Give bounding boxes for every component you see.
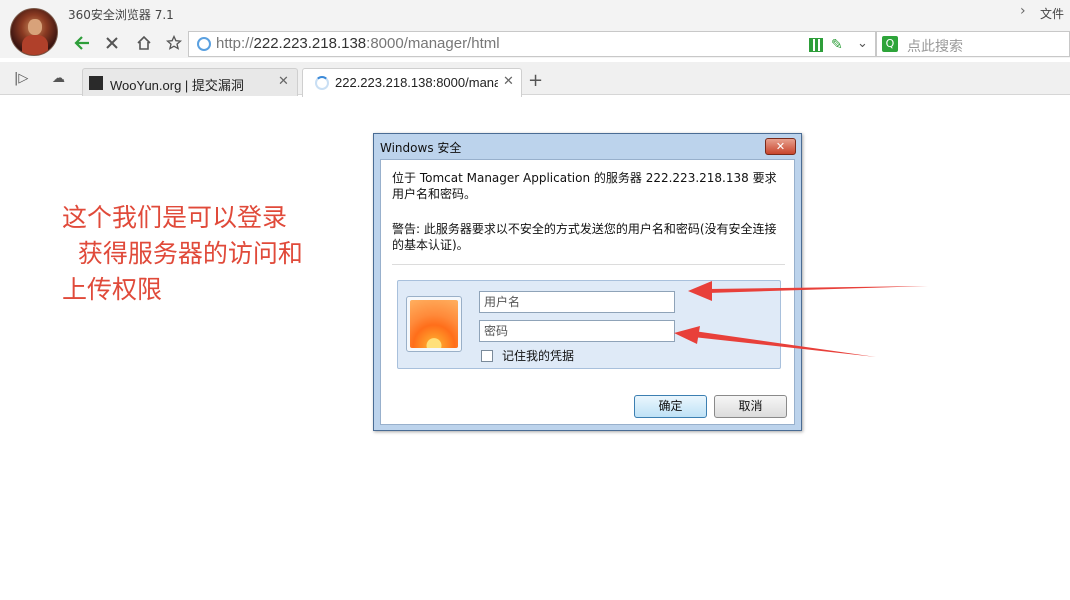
title-bar: 360安全浏览器 7.1 › 文件 [0, 0, 1070, 56]
divider [392, 264, 785, 265]
sidebar-toggle-icon[interactable]: |▷ [14, 71, 28, 86]
qr-code-icon[interactable] [809, 38, 823, 52]
search-placeholder: 点此搜索 [907, 39, 963, 55]
loading-spinner-icon [315, 76, 329, 90]
file-menu[interactable]: 文件 [1040, 5, 1064, 22]
favorite-button[interactable] [162, 32, 186, 54]
url-text[interactable]: http://222.223.218.138:8000/manager/html [216, 35, 500, 52]
cloud-icon[interactable]: ☁ [52, 71, 65, 86]
tab-bar: |▷ ☁ WooYun.org | 提交漏洞 ✕ 222.223.218.138… [0, 62, 1070, 97]
credential-panel: 记住我的凭据 [397, 280, 781, 369]
cancel-button[interactable]: 取消 [714, 395, 787, 418]
avatar-body [22, 35, 48, 55]
remember-label: 记住我的凭据 [502, 349, 575, 363]
annotation-line-2: 获得服务器的访问和 [62, 239, 303, 268]
dialog-close-button[interactable]: ✕ [765, 138, 796, 155]
chevron-right-icon[interactable]: › [1020, 3, 1026, 19]
user-avatar[interactable] [10, 8, 58, 56]
url-path: :8000/manager/html [366, 35, 500, 52]
page-loading-icon [197, 37, 211, 51]
address-bar[interactable]: http://222.223.218.138:8000/manager/html… [188, 31, 876, 57]
tab-label: WooYun.org | 提交漏洞 [110, 78, 244, 93]
password-field[interactable] [479, 320, 675, 342]
home-button[interactable] [132, 32, 156, 54]
stop-button[interactable] [100, 32, 124, 54]
search-engine-icon[interactable]: Q [882, 36, 898, 52]
close-tab-icon[interactable]: ✕ [278, 74, 289, 89]
close-icon: ✕ [775, 140, 786, 153]
dialog-warning: 警告: 此服务器要求以不安全的方式发送您的用户名和密码(没有安全连接的基本认证)… [392, 222, 777, 252]
auth-dialog: Windows 安全 ✕ 位于 Tomcat Manager Applicati… [373, 133, 802, 431]
close-icon [106, 37, 118, 49]
annotation-text: 这个我们是可以登录 获得服务器的访问和 上传权限 [62, 200, 303, 308]
arrow-left-icon [74, 36, 89, 50]
navigation-bar: http://222.223.218.138:8000/manager/html… [0, 30, 1070, 58]
annotation-line-1: 这个我们是可以登录 [62, 203, 288, 232]
wooyun-favicon-icon [89, 76, 103, 90]
avatar-face [28, 19, 42, 35]
dialog-body: 位于 Tomcat Manager Application 的服务器 222.2… [380, 159, 795, 425]
username-field[interactable] [479, 291, 675, 313]
tab-label: 222.223.218.138:8000/manager/html [335, 75, 498, 90]
star-icon [166, 35, 182, 50]
chevron-down-icon[interactable]: ⌄ [857, 36, 868, 51]
new-tab-button[interactable]: + [528, 70, 543, 91]
url-host: 222.223.218.138 [253, 35, 367, 52]
back-button[interactable] [70, 32, 94, 54]
close-tab-icon[interactable]: ✕ [503, 74, 514, 89]
app-title: 360安全浏览器 7.1 [68, 8, 174, 22]
password-input[interactable] [480, 321, 674, 341]
flower-image [410, 300, 458, 348]
dialog-message: 位于 Tomcat Manager Application 的服务器 222.2… [392, 171, 777, 201]
annotation-line-3: 上传权限 [62, 275, 163, 304]
home-icon [137, 35, 151, 50]
ok-button[interactable]: 确定 [634, 395, 707, 418]
remember-checkbox[interactable] [481, 349, 493, 362]
search-box[interactable]: Q 点此搜索 [876, 31, 1070, 57]
leaf-icon[interactable]: ✎ [831, 37, 843, 53]
tab-wooyun[interactable]: WooYun.org | 提交漏洞 ✕ [82, 68, 298, 96]
dialog-title: Windows 安全 [380, 141, 462, 155]
username-input[interactable] [480, 292, 674, 312]
remember-credentials[interactable]: 记住我的凭据 [481, 347, 574, 364]
tab-manager[interactable]: 222.223.218.138:8000/manager/html ✕ [302, 68, 522, 97]
url-scheme: http:// [216, 35, 254, 52]
user-tile-icon [406, 296, 462, 352]
